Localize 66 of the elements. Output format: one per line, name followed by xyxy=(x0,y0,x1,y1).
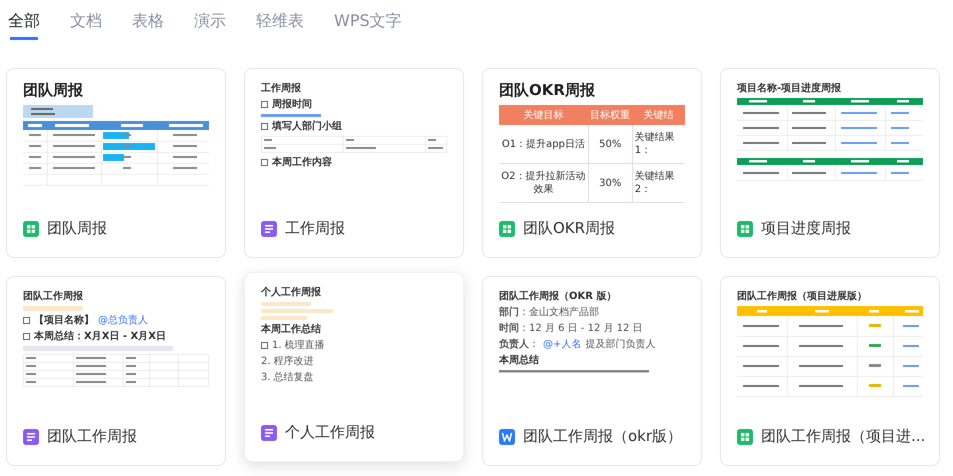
preview-text: 部门：金山文档产品部 xyxy=(499,306,599,319)
preview-text: 负责人： xyxy=(499,338,539,351)
template-name: 团队工作周报（项目进... xyxy=(761,427,926,446)
preview-text: 1. 梳理直播 xyxy=(272,339,325,352)
preview-heading: 【项目名称】 xyxy=(34,314,94,327)
template-card[interactable]: 项目名称-项目进度周报 项目进度周报 xyxy=(720,68,940,258)
mention-link: @总负责人 xyxy=(98,314,148,327)
template-name: 工作周报 xyxy=(285,219,345,238)
template-card[interactable]: 工作周报 周报时间 填写人部门小组 本周工作内容 工作周报 xyxy=(244,68,464,258)
checkbox-icon xyxy=(261,158,268,166)
table-cell: O2：提升拉新活动效果 xyxy=(501,171,586,195)
table-cell: 关键结果1： xyxy=(634,132,675,156)
document-preview-drawing xyxy=(23,306,83,311)
checkbox-icon xyxy=(261,342,268,349)
checkbox-icon xyxy=(23,333,30,340)
template-card[interactable]: 团队周报 团队周报 xyxy=(6,68,226,258)
template-name: 项目进度周报 xyxy=(761,219,851,238)
preview-heading: 本周总结：X月X日 - X月X日 xyxy=(34,330,166,343)
table-cell: 50% xyxy=(599,138,622,150)
column-header: 目标权重 xyxy=(588,105,632,125)
preview-title: 个人工作周报 xyxy=(261,286,321,299)
preview-text: 提及部门负责人 xyxy=(585,338,656,351)
template-card[interactable]: 团队工作周报（OKR 版） 部门：金山文档产品部 时间：12 月 6 日 - 12 月 12 日 负责人： @+人名 提及部门负责人 本周总结 团队工作周报（okr版） xyxy=(482,276,702,466)
template-name: 个人工作周报 xyxy=(285,423,375,442)
preview-title: 团队工作周报（项目进展版） xyxy=(737,290,867,303)
checkbox-icon xyxy=(261,101,268,108)
preview-text: 3. 总结复盘 xyxy=(261,371,314,384)
document-icon xyxy=(261,424,277,440)
spreadsheet-icon xyxy=(499,220,515,236)
preview-heading: 本周工作内容 xyxy=(272,156,332,168)
preview-title: 团队周报 xyxy=(23,81,83,100)
template-name: 团队OKR周报 xyxy=(523,219,616,238)
document-preview-drawing xyxy=(261,302,333,320)
template-name: 团队工作周报 xyxy=(47,427,137,446)
table-cell: 关键结果2： xyxy=(634,171,675,195)
template-card[interactable]: 团队工作周报（项目进展版） 团队工作周报（项目进... xyxy=(720,276,940,466)
document-icon xyxy=(261,220,277,236)
preview-heading: 本周总结 xyxy=(499,354,539,367)
template-name: 团队周报 xyxy=(47,219,107,238)
mention-link: @+人名 xyxy=(543,338,582,351)
document-icon xyxy=(23,428,39,444)
document-preview-drawing xyxy=(261,114,321,117)
checkbox-icon xyxy=(23,317,30,324)
word-document-icon xyxy=(499,428,515,444)
preview-title: 团队工作周报 xyxy=(23,290,83,303)
template-card[interactable]: 个人工作周报 本周工作总结 1. 梳理直播 2. 程序改进 3. 总结复盘 个人工作周报 xyxy=(244,272,464,462)
preview-title: 项目名称-项目进度周报 xyxy=(737,81,842,95)
column-header: 关键目标 xyxy=(499,105,588,125)
preview-text: 2. 程序改进 xyxy=(261,355,314,368)
preview-heading: 周报时间 xyxy=(272,98,312,111)
checkbox-icon xyxy=(261,123,268,130)
table-cell: 30% xyxy=(599,178,622,188)
preview-heading: 本周工作总结 xyxy=(261,323,321,336)
template-card[interactable]: 团队OKR周报 关键目标 目标权重 关键结 O1：提升app日活 50% 关键结果1： O2：提升拉新活动效果 30% 关键结果2： 团队OKR周报 xyxy=(482,68,702,258)
preview-text: 时间：12 月 6 日 - 12 月 12 日 xyxy=(499,322,643,335)
column-header: 关键结 xyxy=(632,105,685,125)
template-card[interactable]: 团队工作周报 【项目名称】 @总负责人 本周总结：X月X日 - X月X日 团队工作周报 xyxy=(6,276,226,466)
spreadsheet-icon xyxy=(737,220,753,236)
table-cell: O1：提升app日活 xyxy=(502,138,585,150)
spreadsheet-icon xyxy=(23,220,39,236)
preview-title: 团队OKR周报 xyxy=(499,81,595,100)
preview-title: 团队工作周报（OKR 版） xyxy=(499,290,616,303)
spreadsheet-icon xyxy=(737,428,753,444)
template-name: 团队工作周报（okr版） xyxy=(523,427,682,446)
preview-title: 工作周报 xyxy=(261,82,301,95)
preview-heading: 填写人部门小组 xyxy=(272,120,342,133)
